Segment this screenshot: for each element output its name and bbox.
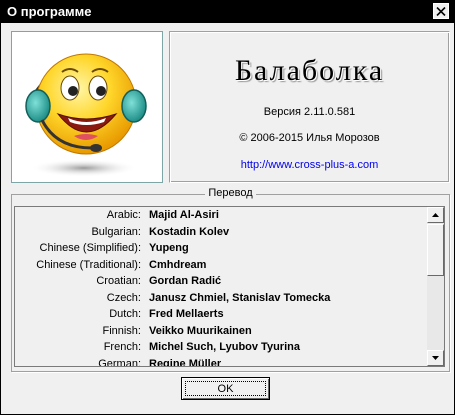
language-label: French: [103,341,141,353]
scroll-up-button[interactable] [427,207,444,223]
ok-button[interactable]: OK [181,377,270,400]
language-label: Finnish: [102,324,141,337]
translator-name: Majid Al-Asiri [149,209,219,221]
translation-group-label: Перевод [205,187,256,199]
translator-row: Arabic: Majid Al-Asiri [15,207,427,224]
about-info-panel: Балаболка Версия 2.11.0.581 © 2006-2015 … [169,31,450,183]
translator-name: Veikko Muurikainen [149,324,252,337]
translator-row: Bulgarian: Kostadin Kolev [15,224,427,241]
translator-name: Michel Such, Lyubov Tyurina [149,341,300,353]
translator-name: Regine Müller [149,357,222,367]
language-label: Arabic: [106,209,141,221]
title-bar[interactable]: О программе [1,1,454,23]
translator-row: French: Michel Such, Lyubov Tyurina [15,339,427,356]
translator-name: Janusz Chmiel, Stanislav Tomecka [149,291,331,304]
translator-name: Gordan Radić [149,275,222,287]
translators-rows: Arabic: Majid Al-Asiri Bulgarian: Kostadin … [15,207,427,367]
language-label: Dutch: [109,308,141,320]
about-dialog: О программе Балаболка Версия 2.11.0.581 … [0,0,455,415]
translator-name: Kostadin Kolev [149,225,230,238]
translator-name: Fred Mellaerts [149,308,224,320]
translator-row: Croatian: Gordan Radić [15,273,427,290]
focus-rectangle [185,381,266,396]
arrow-down-icon [432,356,439,360]
scroll-down-button[interactable] [427,350,444,366]
translators-list[interactable]: Arabic: Majid Al-Asiri Bulgarian: Kostadin … [14,206,445,367]
translation-group-title: Перевод [12,187,449,199]
dialog-body: Балаболка Версия 2.11.0.581 © 2006-2015 … [5,25,450,410]
copyright-text: © 2006-2015 Илья Морозов [239,132,380,144]
translator-row: Finnish: Veikko Muurikainen [15,323,427,340]
close-button[interactable] [433,3,449,19]
translation-group: Перевод Arabic: Majid Al-Asiri Bulgarian: K… [11,187,450,372]
translator-row: Czech: Janusz Chmiel, Stanislav Tomecka [15,290,427,307]
translator-name: Cmhdream [149,258,207,271]
version-text: Версия 2.11.0.581 [263,106,356,118]
language-label: Bulgarian: [91,225,141,238]
window-title: О программе [7,4,92,19]
app-logo [11,31,163,183]
translator-row: Chinese (Simplified): Yupeng [15,240,427,257]
language-label: Chinese (Simplified): [39,242,141,254]
language-label: Czech: [106,291,141,304]
language-label: German: [98,357,141,367]
translator-row: Dutch: Fred Mellaerts [15,306,427,323]
close-icon [436,6,446,16]
arrow-up-icon [432,213,439,217]
translator-row: Chinese (Traditional): Cmhdream [15,257,427,274]
scroll-thumb[interactable] [427,224,444,276]
app-name: Балаболка [234,54,385,87]
translator-row: German: Regine Müller [15,356,427,367]
vertical-scrollbar[interactable] [427,207,444,366]
translator-name: Yupeng [149,242,189,254]
website-link[interactable]: http://www.cross-plus-a.com [170,159,449,171]
language-label: Croatian: [96,275,141,287]
headset-smiley-logo [25,53,147,177]
language-label: Chinese (Traditional): [36,258,141,271]
